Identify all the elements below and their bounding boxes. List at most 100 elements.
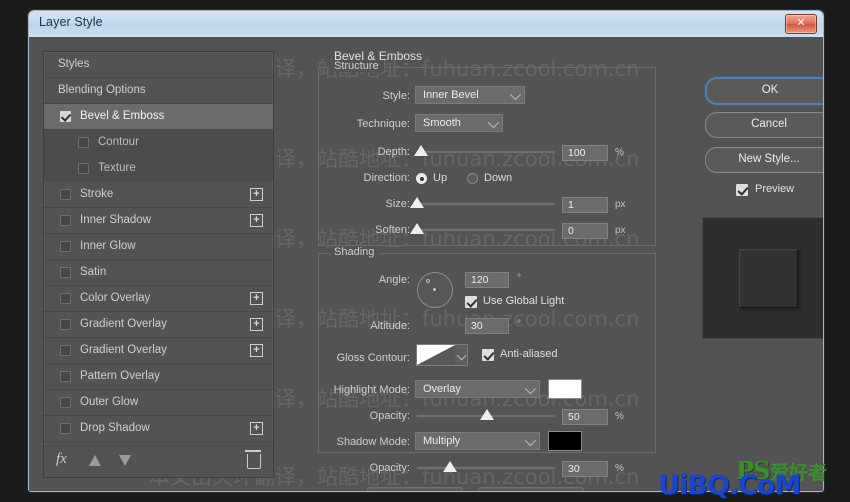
cancel-button[interactable]: Cancel <box>705 112 823 138</box>
depth-slider-thumb[interactable] <box>414 145 428 156</box>
fx-icon[interactable]: fx <box>56 451 67 468</box>
soften-slider-thumb[interactable] <box>410 223 424 234</box>
ok-button[interactable]: OK <box>705 77 823 105</box>
sidebar-item-label: Inner Shadow <box>80 214 151 226</box>
shading-legend: Shading <box>329 246 380 258</box>
sidebar-item-drop-shadow[interactable]: Drop Shadow + <box>44 416 273 442</box>
checkbox-inner-shadow[interactable] <box>60 215 71 226</box>
checkbox-bevel-emboss[interactable] <box>60 111 71 122</box>
add-effect-icon[interactable]: + <box>250 188 263 201</box>
technique-select[interactable]: Smooth <box>415 114 503 132</box>
angle-dial-handle[interactable] <box>426 279 430 283</box>
checkbox-preview[interactable] <box>736 184 748 196</box>
sidebar-item-gradient-overlay-1[interactable]: Gradient Overlay + <box>44 312 273 338</box>
checkbox-pattern-overlay[interactable] <box>60 371 71 382</box>
checkbox-gradient-overlay[interactable] <box>60 319 71 330</box>
highlight-opacity-slider-thumb[interactable] <box>480 409 494 420</box>
depth-unit: % <box>615 147 624 158</box>
radio-direction-up[interactable] <box>416 173 427 184</box>
shading-group: Shading Angle: 120 ° Use Global Light Al… <box>318 246 656 477</box>
checkbox-anti-aliased[interactable] <box>482 349 494 361</box>
highlight-mode-select[interactable]: Overlay <box>415 380 540 398</box>
depth-label: Depth: <box>377 146 410 158</box>
radio-direction-down[interactable] <box>467 173 478 184</box>
add-effect-icon[interactable]: + <box>250 344 263 357</box>
sidebar-item-label: Satin <box>80 266 107 278</box>
angle-label: Angle: <box>378 274 410 286</box>
sidebar-item-outer-glow[interactable]: Outer Glow <box>44 390 273 416</box>
bottom-button-bar: Make Default Reset to Default <box>367 487 667 491</box>
sidebar-item-texture[interactable]: Texture <box>44 156 273 182</box>
size-slider-track[interactable] <box>416 202 556 206</box>
add-effect-icon[interactable]: + <box>250 318 263 331</box>
sidebar-item-stroke[interactable]: Stroke + <box>44 182 273 208</box>
depth-slider-track[interactable] <box>416 150 556 154</box>
chevron-down-icon <box>524 382 537 395</box>
add-effect-icon[interactable]: + <box>250 292 263 305</box>
altitude-label: Altitude: <box>370 320 410 332</box>
field-depth: Depth: 100 % <box>319 142 655 164</box>
arrow-down-icon[interactable] <box>119 455 131 466</box>
gloss-contour-dropdown-icon[interactable] <box>455 344 468 366</box>
altitude-input[interactable]: 30 <box>465 318 509 334</box>
shadow-opacity-slider-track[interactable] <box>416 466 556 470</box>
sidebar-item-color-overlay[interactable]: Color Overlay + <box>44 286 273 312</box>
sidebar-item-label: Stroke <box>80 188 114 200</box>
checkbox-use-global-light[interactable] <box>465 296 477 308</box>
highlight-color-swatch[interactable] <box>548 379 582 399</box>
checkbox-satin[interactable] <box>60 267 71 278</box>
shadow-mode-select[interactable]: Multiply <box>415 432 540 450</box>
chevron-down-icon <box>487 116 500 129</box>
sidebar-item-satin[interactable]: Satin <box>44 260 273 286</box>
soften-slider-track[interactable] <box>416 228 556 232</box>
reset-to-default-button[interactable]: Reset to Default <box>478 487 584 491</box>
soften-input[interactable]: 0 <box>562 223 608 239</box>
add-effect-icon[interactable]: + <box>250 214 263 227</box>
chevron-down-icon <box>509 88 522 101</box>
trash-icon[interactable] <box>245 450 261 469</box>
sidebar-item-styles[interactable]: Styles <box>44 52 273 78</box>
size-slider-thumb[interactable] <box>410 197 424 208</box>
make-default-button[interactable]: Make Default <box>367 487 463 491</box>
structure-group: Structure Style: Inner Bevel Technique: <box>318 60 656 246</box>
style-select[interactable]: Inner Bevel <box>415 86 525 104</box>
add-effect-icon[interactable]: + <box>250 422 263 435</box>
shadow-opacity-slider-thumb[interactable] <box>443 461 457 472</box>
angle-input[interactable]: 120 <box>465 272 509 288</box>
sidebar-item-contour[interactable]: Contour <box>44 130 273 156</box>
size-input[interactable]: 1 <box>562 197 608 213</box>
checkbox-outer-glow[interactable] <box>60 397 71 408</box>
sidebar-item-inner-shadow[interactable]: Inner Shadow + <box>44 208 273 234</box>
highlight-opacity-input[interactable]: 50 <box>562 409 608 425</box>
bevel-emboss-panel: Bevel & Emboss Structure Style: Inner Be… <box>286 49 666 477</box>
arrow-up-icon[interactable] <box>89 455 101 466</box>
site-logo: PS 爱好者 UiBQ.CoM <box>658 456 848 502</box>
shadow-color-swatch[interactable] <box>548 431 582 451</box>
shadow-opacity-input[interactable]: 30 <box>562 461 608 477</box>
sidebar-item-gradient-overlay-2[interactable]: Gradient Overlay + <box>44 338 273 364</box>
checkbox-gradient-overlay[interactable] <box>60 345 71 356</box>
checkbox-drop-shadow[interactable] <box>60 423 71 434</box>
field-direction: Direction: Up Down <box>319 168 655 190</box>
sidebar-item-pattern-overlay[interactable]: Pattern Overlay <box>44 364 273 390</box>
highlight-opacity-unit: % <box>615 411 624 422</box>
logo-site-text: UiBQ.CoM <box>658 470 801 501</box>
gloss-contour-preview[interactable] <box>416 344 456 366</box>
new-style-button[interactable]: New Style... <box>705 147 823 173</box>
soften-unit: px <box>615 225 626 236</box>
checkbox-contour[interactable] <box>78 137 89 148</box>
direction-label: Direction: <box>363 172 410 184</box>
highlight-mode-value: Overlay <box>423 383 461 395</box>
field-highlight-mode: Highlight Mode: Overlay <box>319 379 655 402</box>
checkbox-inner-glow[interactable] <box>60 241 71 252</box>
sidebar-item-blending-options[interactable]: Blending Options <box>44 78 273 104</box>
field-shadow-opacity: Opacity: 30 % <box>319 458 655 480</box>
sidebar-item-inner-glow[interactable]: Inner Glow <box>44 234 273 260</box>
close-icon[interactable]: ✕ <box>785 14 817 34</box>
checkbox-texture[interactable] <box>78 163 89 174</box>
sidebar-item-bevel-emboss[interactable]: Bevel & Emboss <box>44 104 273 130</box>
checkbox-stroke[interactable] <box>60 189 71 200</box>
chevron-down-icon <box>524 434 537 447</box>
depth-input[interactable]: 100 <box>562 145 608 161</box>
checkbox-color-overlay[interactable] <box>60 293 71 304</box>
